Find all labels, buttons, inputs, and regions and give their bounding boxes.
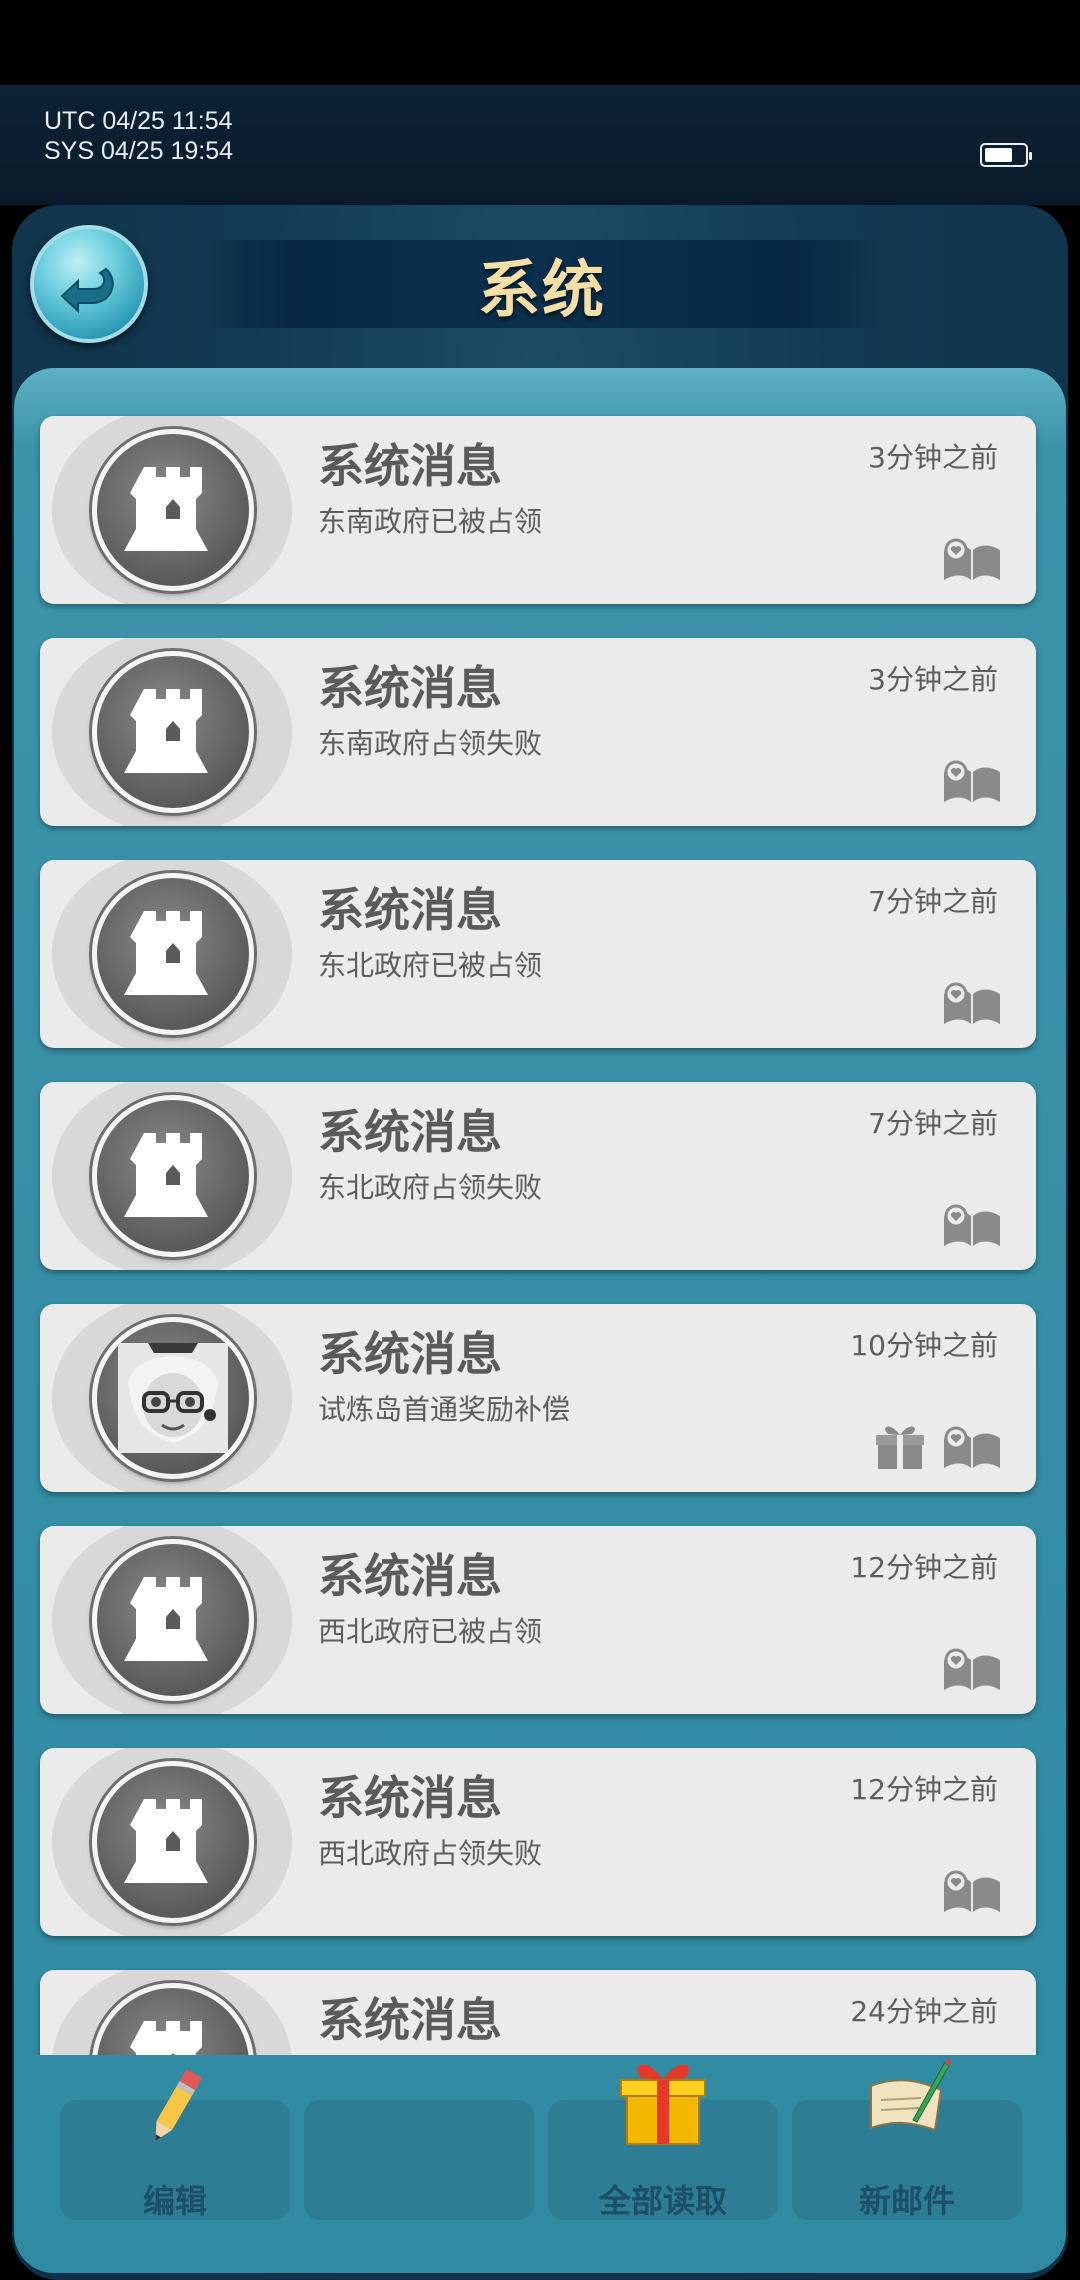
tower-icon (130, 2021, 202, 2055)
message-subtitle: 东南政府占领失败 (318, 727, 543, 760)
message-title: 系统消息 (318, 1327, 502, 1381)
utc-time: UTC 04/25 11:54 (44, 107, 233, 135)
tower-icon (124, 467, 208, 551)
avatar (92, 1761, 254, 1923)
read-all-button[interactable]: 全部读取 (548, 2064, 778, 2220)
message-panel: 系统消息 东南政府已被占领 3分钟之前 系统消息 东南政府占领失败 3分钟之前 系统消息 东北… (14, 368, 1066, 2273)
message-card[interactable]: 系统消息东南政府占领失败 3分钟之前 (40, 638, 1036, 826)
gift-box-icon (620, 2064, 706, 2145)
message-time: 3分钟之前 (868, 663, 998, 696)
avatar (92, 1095, 254, 1257)
message-subtitle: 西北政府已被占领 (318, 1615, 543, 1648)
message-card[interactable]: 系统消息东南政府已被占领 3分钟之前 (40, 416, 1036, 604)
sys-time: SYS 04/25 19:54 (44, 137, 234, 165)
girl-portrait-icon (118, 1343, 228, 1453)
tower-icon (124, 1799, 208, 1883)
tower-icon (124, 1133, 208, 1217)
pencil-icon (155, 2068, 203, 2142)
mark-read-icon[interactable] (942, 982, 1002, 1026)
empty-tab[interactable] (304, 2100, 534, 2220)
message-time: 24分钟之前 (850, 1995, 998, 2028)
edit-label: 编辑 (142, 2182, 207, 2220)
message-card[interactable]: 系统消息东北政府已被占领 7分钟之前 (40, 860, 1036, 1048)
tower-icon (124, 1577, 208, 1661)
gift-icon[interactable] (874, 1421, 926, 1471)
read-all-label: 全部读取 (598, 2182, 727, 2220)
message-time: 3分钟之前 (868, 441, 998, 474)
message-title: 系统消息 (318, 1105, 502, 1159)
message-title: 系统消息 (318, 1993, 502, 2047)
edit-button[interactable]: 编辑 (60, 2068, 290, 2220)
message-time: 7分钟之前 (868, 885, 998, 918)
avatar (92, 1317, 254, 1479)
page-title: 系统 (477, 253, 606, 326)
message-subtitle: 东南政府已被占领 (318, 505, 543, 538)
new-mail-label: 新邮件 (858, 2182, 955, 2220)
message-card[interactable]: 系统消息 24分钟之前 (40, 1970, 1036, 2055)
message-time: 7分钟之前 (868, 1107, 998, 1140)
status-bar: UTC 04/25 11:54 SYS 04/25 19:54 (0, 85, 1080, 205)
mark-read-icon[interactable] (942, 538, 1002, 582)
mark-read-icon[interactable] (942, 1426, 1002, 1470)
mark-read-icon[interactable] (942, 1870, 1002, 1914)
message-time: 10分钟之前 (850, 1329, 998, 1362)
message-card[interactable]: 系统消息西北政府占领失败 12分钟之前 (40, 1748, 1036, 1936)
mark-read-icon[interactable] (942, 1648, 1002, 1692)
message-title: 系统消息 (318, 1549, 502, 1603)
message-title: 系统消息 (318, 661, 502, 715)
title-banner: 系统 (208, 240, 876, 328)
message-card[interactable]: 系统消息试炼岛首通奖励补偿 10分钟之前 (40, 1304, 1036, 1492)
message-time: 12分钟之前 (850, 1551, 998, 1584)
top-black-bar (0, 0, 1080, 85)
tower-icon (124, 689, 208, 773)
avatar (92, 651, 254, 813)
message-title: 系统消息 (318, 1771, 502, 1825)
message-title: 系统消息 (318, 439, 502, 493)
message-subtitle: 西北政府占领失败 (318, 1837, 543, 1870)
message-card[interactable]: 系统消息西北政府已被占领 12分钟之前 (40, 1526, 1036, 1714)
avatar (92, 873, 254, 1035)
tower-icon (124, 911, 208, 995)
back-arrow-icon (60, 267, 114, 314)
message-subtitle: 东北政府占领失败 (318, 1171, 543, 1204)
message-subtitle: 东北政府已被占领 (318, 949, 543, 982)
avatar (92, 1539, 254, 1701)
new-mail-button[interactable]: 新邮件 (792, 2058, 1022, 2220)
message-list[interactable]: 系统消息 东南政府已被占领 3分钟之前 系统消息 东南政府占领失败 3分钟之前 系统消息 东北… (14, 368, 1066, 2055)
message-time: 12分钟之前 (850, 1773, 998, 1806)
message-card[interactable]: 系统消息东北政府占领失败 7分钟之前 (40, 1082, 1036, 1270)
mark-read-icon[interactable] (942, 760, 1002, 804)
scroll-quill-icon (870, 2058, 951, 2132)
battery-icon (980, 143, 1032, 167)
bottom-toolbar: 编辑 全部读取 新邮件 (14, 2055, 1066, 2273)
avatar (92, 429, 254, 591)
message-title: 系统消息 (318, 883, 502, 937)
message-subtitle: 试炼岛首通奖励补偿 (318, 1393, 571, 1426)
mark-read-icon[interactable] (942, 1204, 1002, 1248)
back-button[interactable] (30, 225, 148, 343)
